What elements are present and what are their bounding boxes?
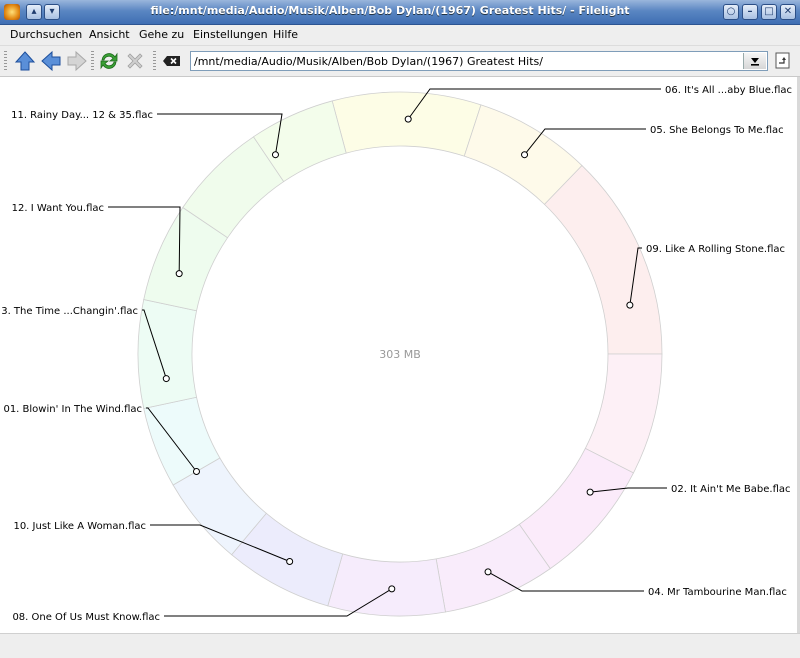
file-label[interactable]: 01. Blowin' In The Wind.flac: [3, 404, 142, 415]
file-label[interactable]: 3. The Time ...Changin'.flac: [1, 306, 138, 317]
file-label[interactable]: 04. Mr Tambourine Man.flac: [648, 587, 787, 598]
menu-bar: Durchsuchen Ansicht Gehe zu Einstellunge…: [0, 25, 800, 46]
filelight-radial-map[interactable]: 06. It's All ...aby Blue.flac 05. She Bel…: [0, 77, 800, 633]
segment-marker: [521, 151, 529, 159]
segment-marker: [388, 585, 396, 593]
filelight-window: ▴ ▾ file:/mnt/media/Audio/Musik/Alben/Bo…: [0, 0, 800, 658]
shade-button[interactable]: ▾: [44, 4, 60, 20]
window-title: file:/mnt/media/Audio/Musik/Alben/Bob Dy…: [150, 4, 630, 17]
back-arrow-icon[interactable]: [40, 50, 62, 72]
location-dropdown-button[interactable]: [743, 53, 766, 69]
toolbar-separator: [153, 51, 156, 71]
main-toolbar: [0, 46, 800, 77]
clear-location-icon[interactable]: [162, 50, 184, 72]
menu-ansicht[interactable]: Ansicht: [89, 28, 130, 41]
sticky-button[interactable]: ○: [723, 4, 739, 20]
file-label[interactable]: 11. Rainy Day... 12 & 35.flac: [11, 110, 153, 121]
forward-arrow-icon[interactable]: [66, 50, 88, 72]
ring-segment[interactable]: [543, 164, 663, 355]
file-label[interactable]: 12. I Want You.flac: [12, 203, 104, 214]
maximize-button[interactable]: □: [761, 4, 777, 20]
go-icon[interactable]: [773, 51, 793, 71]
location-bar[interactable]: [190, 51, 768, 71]
down-arrow-icon: [751, 58, 759, 66]
ring-segment[interactable]: [137, 299, 198, 409]
title-bar[interactable]: ▴ ▾ file:/mnt/media/Audio/Musik/Alben/Bo…: [0, 0, 800, 25]
ring-segment[interactable]: [327, 553, 446, 617]
ring-segment[interactable]: [331, 91, 482, 157]
up-arrow-icon[interactable]: [14, 50, 36, 72]
refresh-icon[interactable]: [98, 50, 120, 72]
segment-marker: [626, 301, 634, 309]
minimize-button[interactable]: –: [742, 4, 758, 20]
menu-einstellungen[interactable]: Einstellungen: [193, 28, 268, 41]
toolbar-handle[interactable]: [4, 51, 7, 71]
segment-marker: [271, 151, 279, 159]
segment-marker: [162, 375, 170, 383]
segment-marker: [192, 468, 200, 475]
menu-gehe-zu[interactable]: Gehe zu: [139, 28, 184, 41]
file-label[interactable]: 10. Just Like A Woman.flac: [13, 521, 146, 532]
segment-marker: [175, 270, 183, 278]
radial-map-chart[interactable]: 06. It's All ...aby Blue.flac 05. She Bel…: [0, 77, 800, 633]
toolbar-separator: [91, 51, 94, 71]
menu-durchsuchen[interactable]: Durchsuchen: [10, 28, 82, 41]
segment-marker: [586, 488, 594, 496]
close-button[interactable]: ✕: [780, 4, 796, 20]
window-menu-button[interactable]: ▴: [26, 4, 42, 20]
total-size-label: 303 MB: [379, 348, 421, 361]
segment-marker: [404, 115, 412, 123]
filelight-app-icon[interactable]: [4, 4, 20, 20]
status-bar: [0, 633, 800, 658]
stop-icon[interactable]: [124, 50, 146, 72]
file-label[interactable]: 08. One Of Us Must Know.flac: [12, 612, 160, 623]
segment-marker: [484, 568, 492, 576]
location-input[interactable]: [194, 53, 734, 69]
menu-hilfe[interactable]: Hilfe: [273, 28, 298, 41]
file-label[interactable]: 09. Like A Rolling Stone.flac: [646, 244, 785, 255]
file-label[interactable]: 05. She Belongs To Me.flac: [650, 125, 784, 136]
segment-marker: [286, 557, 294, 565]
file-label[interactable]: 02. It Ain't Me Babe.flac: [671, 484, 791, 495]
file-label[interactable]: 06. It's All ...aby Blue.flac: [665, 85, 792, 96]
